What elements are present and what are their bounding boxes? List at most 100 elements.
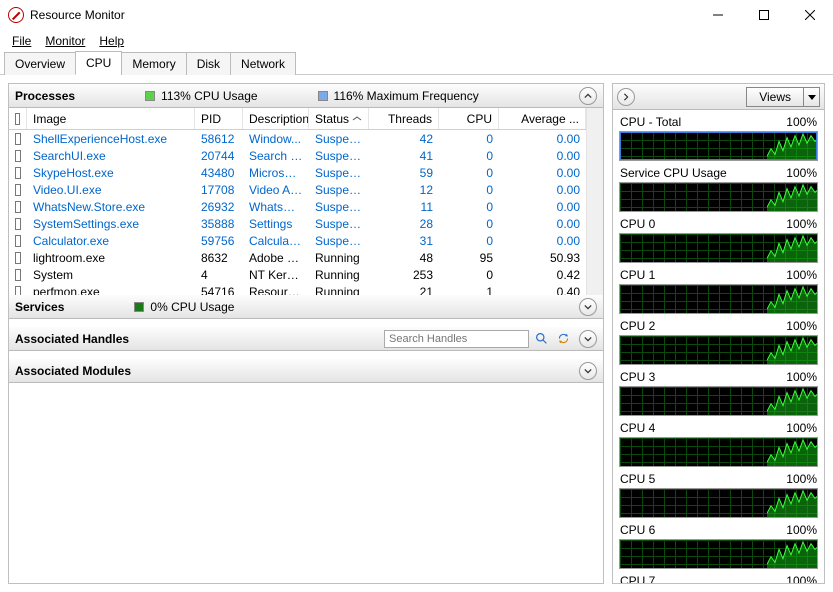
cell-pid: 35888 <box>195 217 243 231</box>
cell-average: 50.93 <box>499 251 586 265</box>
app-window: Resource Monitor File Monitor Help Overv… <box>0 0 833 592</box>
column-cpu[interactable]: CPU <box>439 108 499 129</box>
app-icon <box>8 7 24 23</box>
handles-search-input[interactable] <box>384 330 529 348</box>
cell-cpu: 0 <box>439 200 499 214</box>
cell-average: 0.00 <box>499 217 586 231</box>
chart-block: CPU 2100% <box>619 318 818 365</box>
cell-cpu: 95 <box>439 251 499 265</box>
cell-status: Running <box>309 285 369 296</box>
tab-cpu[interactable]: CPU <box>75 51 122 75</box>
table-row[interactable]: SkypeHost.exe43480Microsof...Suspen...59… <box>9 164 586 181</box>
cell-image: SystemSettings.exe <box>27 217 195 231</box>
handles-panel-header[interactable]: Associated Handles <box>9 327 603 351</box>
checkbox-icon <box>15 113 20 125</box>
row-checkbox[interactable] <box>9 252 27 264</box>
right-pane-collapse-button[interactable] <box>617 88 635 106</box>
tab-disk[interactable]: Disk <box>186 52 231 75</box>
tab-memory[interactable]: Memory <box>121 52 186 75</box>
column-threads[interactable]: Threads <box>369 108 439 129</box>
row-checkbox[interactable] <box>9 167 27 179</box>
services-title: Services <box>15 300 64 314</box>
window-title: Resource Monitor <box>30 8 125 22</box>
menu-help[interactable]: Help <box>93 32 130 50</box>
modules-panel-header[interactable]: Associated Modules <box>9 359 603 383</box>
column-image[interactable]: Image <box>27 108 195 129</box>
table-row[interactable]: WhatsNew.Store.exe26932WhatsNe...Suspen.… <box>9 198 586 215</box>
table-row[interactable]: SearchUI.exe20744Search a...Suspen...410… <box>9 147 586 164</box>
cell-pid: 8632 <box>195 251 243 265</box>
table-row[interactable]: System4NT Kernel...Running25300.42 <box>9 266 586 283</box>
cell-description: Settings <box>243 217 309 231</box>
menu-monitor[interactable]: Monitor <box>39 32 91 50</box>
cell-description: Calculato... <box>243 234 309 248</box>
row-checkbox[interactable] <box>9 150 27 162</box>
row-checkbox[interactable] <box>9 201 27 213</box>
table-row[interactable]: lightroom.exe8632Adobe P...Running489550… <box>9 249 586 266</box>
cell-status: Suspen... <box>309 234 369 248</box>
row-checkbox[interactable] <box>9 184 27 196</box>
table-row[interactable]: perfmon.exe54716Resourc...Running2110.40 <box>9 283 586 295</box>
processes-panel-header[interactable]: Processes 113% CPU Usage 116% Maximum Fr… <box>9 84 603 108</box>
cell-pid: 59756 <box>195 234 243 248</box>
column-status[interactable]: Status <box>309 108 369 129</box>
row-checkbox[interactable] <box>9 218 27 230</box>
row-checkbox[interactable] <box>9 286 27 296</box>
chart-graph <box>619 233 818 263</box>
chart-graph <box>619 488 818 518</box>
tab-network[interactable]: Network <box>230 52 296 75</box>
row-checkbox[interactable] <box>9 133 27 145</box>
checkbox-icon <box>15 286 21 296</box>
checkbox-icon <box>15 201 21 213</box>
menu-file[interactable]: File <box>6 32 37 50</box>
checkbox-icon <box>15 167 21 179</box>
cell-threads: 11 <box>369 200 439 214</box>
checkbox-icon <box>15 269 21 281</box>
chevron-up-icon <box>584 92 592 100</box>
handles-search-button[interactable] <box>531 330 551 348</box>
column-pid[interactable]: PID <box>195 108 243 129</box>
services-expand-button[interactable] <box>579 298 597 316</box>
cell-status: Suspen... <box>309 200 369 214</box>
window-controls <box>695 0 833 30</box>
handles-expand-button[interactable] <box>579 330 597 348</box>
table-row[interactable]: SystemSettings.exe35888SettingsSuspen...… <box>9 215 586 232</box>
chart-title: Service CPU Usage100% <box>619 165 818 182</box>
column-average[interactable]: Average ... <box>499 108 586 129</box>
services-panel-header[interactable]: Services 0% CPU Usage <box>9 295 603 319</box>
checkbox-icon <box>15 218 21 230</box>
chart-block: Service CPU Usage100% <box>619 165 818 212</box>
views-button-group: Views <box>746 87 820 107</box>
table-row[interactable]: ShellExperienceHost.exe58612Window...Sus… <box>9 130 586 147</box>
row-checkbox[interactable] <box>9 235 27 247</box>
processes-collapse-button[interactable] <box>579 87 597 105</box>
cell-status: Suspen... <box>309 166 369 180</box>
chart-block: CPU 6100% <box>619 522 818 569</box>
processes-scrollbar[interactable] <box>586 108 603 295</box>
close-button[interactable] <box>787 0 833 30</box>
modules-expand-button[interactable] <box>579 362 597 380</box>
cell-pid: 20744 <box>195 149 243 163</box>
cell-status: Suspen... <box>309 149 369 163</box>
minimize-button[interactable] <box>695 0 741 30</box>
table-row[interactable]: Video.UI.exe17708Video Ap...Suspen...120… <box>9 181 586 198</box>
column-description[interactable]: Description <box>243 108 309 129</box>
maximize-button[interactable] <box>741 0 787 30</box>
cell-average: 0.40 <box>499 285 586 296</box>
tab-overview[interactable]: Overview <box>4 52 76 75</box>
views-button[interactable]: Views <box>746 87 804 107</box>
chart-block: CPU 7100% <box>619 573 818 583</box>
views-dropdown-button[interactable] <box>804 87 820 107</box>
table-row[interactable]: Calculator.exe59756Calculato...Suspen...… <box>9 232 586 249</box>
column-checkbox[interactable] <box>9 108 27 129</box>
row-checkbox[interactable] <box>9 269 27 281</box>
chart-graph <box>619 284 818 314</box>
cell-status: Suspen... <box>309 132 369 146</box>
chevron-right-icon <box>622 93 630 101</box>
handles-refresh-button[interactable] <box>553 330 573 348</box>
left-pane-spacer <box>9 383 603 583</box>
sort-asc-icon <box>352 116 362 121</box>
checkbox-icon <box>15 150 21 162</box>
chart-graph <box>619 131 818 161</box>
cell-description: Search a... <box>243 149 309 163</box>
